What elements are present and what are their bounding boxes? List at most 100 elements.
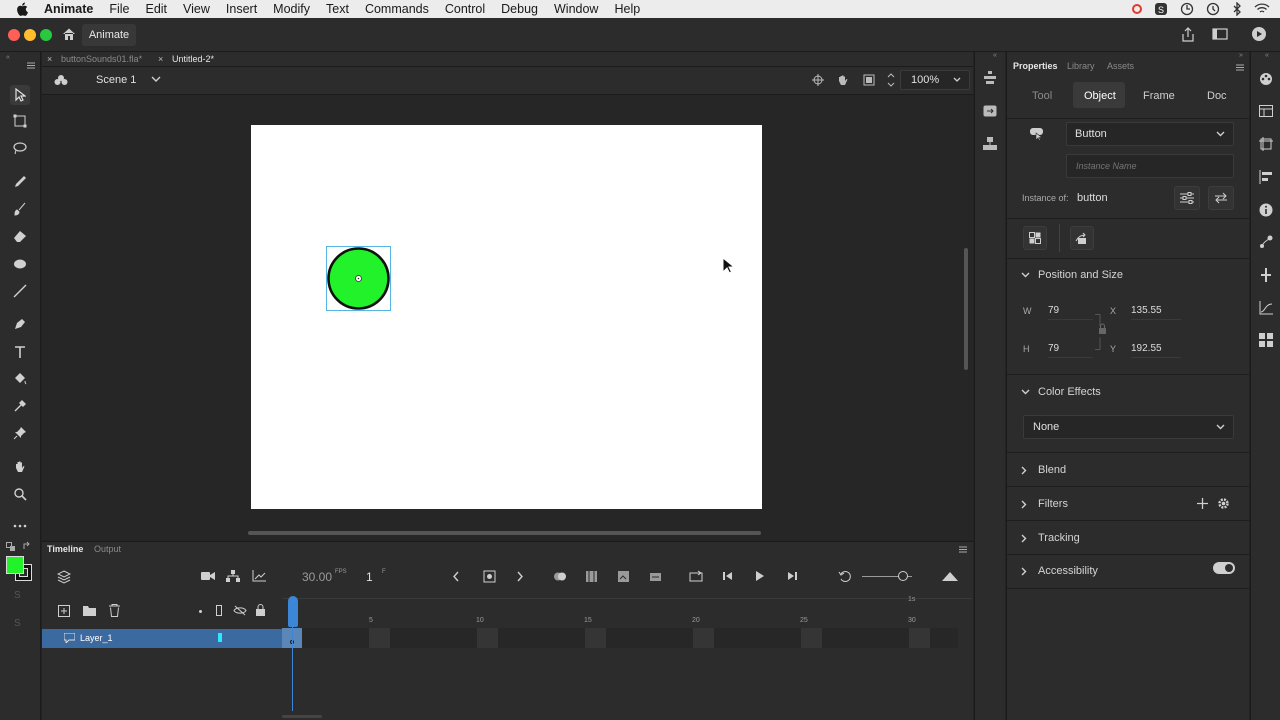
menu-edit[interactable]: Edit — [137, 0, 175, 18]
delete-layer-icon[interactable] — [109, 604, 120, 617]
zoom-window-button[interactable] — [40, 29, 52, 41]
pen-fluid-brush-tool-icon[interactable] — [10, 172, 30, 192]
swap-symbol-button[interactable] — [1208, 186, 1234, 210]
doc-tab-buttonsounds[interactable]: buttonSounds01.fla* — [61, 52, 142, 67]
more-tools-icon[interactable] — [10, 516, 30, 536]
add-filter-icon[interactable] — [1197, 498, 1208, 509]
next-keyframe-icon[interactable] — [516, 571, 524, 582]
section-tracking[interactable]: Tracking — [1021, 532, 1080, 544]
share-icon[interactable] — [1180, 27, 1196, 43]
doc-tab-untitled[interactable]: Untitled-2* — [172, 52, 214, 67]
library-panel-icon[interactable] — [1259, 105, 1273, 117]
default-colors-icon[interactable] — [6, 542, 16, 552]
scene-icon[interactable] — [54, 74, 68, 87]
graph-icon[interactable] — [252, 570, 266, 582]
lasso-tool-icon[interactable] — [10, 138, 30, 158]
hide-layers-icon[interactable] — [233, 605, 247, 616]
fps-value[interactable]: 30.00 — [302, 570, 332, 584]
menu-commands[interactable]: Commands — [357, 0, 437, 18]
subtab-object[interactable]: Object — [1084, 90, 1116, 102]
tween-options-icon[interactable] — [649, 570, 662, 583]
close-window-button[interactable] — [8, 29, 20, 41]
frame-ruler[interactable]: 5 10 15 20 25 30 — [282, 606, 972, 624]
wifi-icon[interactable] — [1254, 2, 1270, 16]
timeline-scrollbar[interactable] — [282, 715, 322, 718]
tab-assets[interactable]: Assets — [1107, 61, 1134, 71]
menu-view[interactable]: View — [175, 0, 218, 18]
record-indicator-icon[interactable] — [1132, 4, 1142, 14]
text-tool-icon[interactable] — [10, 342, 30, 362]
collapse-dock-icon[interactable]: « — [993, 52, 997, 59]
play-icon[interactable] — [755, 571, 765, 581]
scrivener-icon[interactable]: S — [1154, 2, 1168, 16]
scene-name[interactable]: Scene 1 — [96, 74, 136, 86]
selected-button-instance[interactable] — [326, 246, 391, 311]
zoom-fit-icon[interactable] — [942, 571, 958, 581]
motion-editor-icon[interactable] — [1259, 301, 1273, 315]
section-filters[interactable]: Filters — [1021, 498, 1068, 510]
fill-color-swatch[interactable] — [6, 556, 24, 574]
home-icon[interactable] — [62, 27, 76, 41]
create-tween-icon[interactable] — [617, 570, 630, 583]
break-apart-button[interactable] — [1023, 226, 1047, 250]
time-machine-icon[interactable] — [1206, 2, 1220, 16]
zoom-stepper-icon[interactable] — [887, 71, 895, 89]
collapse-props-icon[interactable]: » — [1239, 52, 1243, 59]
symbol-type-select[interactable]: Button — [1066, 122, 1234, 146]
info-icon[interactable] — [1259, 203, 1273, 217]
zoom-tool-icon[interactable] — [10, 484, 30, 504]
section-accessibility[interactable]: Accessibility — [1021, 565, 1098, 577]
y-value[interactable]: 192.55 — [1131, 343, 1162, 354]
edit-symbol-button[interactable] — [1174, 186, 1200, 210]
align-icon[interactable] — [1259, 170, 1273, 184]
playhead[interactable] — [288, 596, 298, 627]
prev-keyframe-icon[interactable] — [452, 571, 460, 582]
lock-proportions-icon[interactable] — [1095, 314, 1107, 350]
camera-icon[interactable] — [201, 571, 215, 581]
zoom-slider-thumb[interactable] — [898, 571, 908, 581]
menu-file[interactable]: File — [101, 0, 137, 18]
loop-icon[interactable] — [689, 570, 703, 582]
pin-tool-icon[interactable] — [10, 423, 30, 443]
layer-name[interactable]: Layer_1 — [80, 633, 113, 643]
frame-cells[interactable] — [282, 628, 958, 648]
close-tab-icon[interactable]: × — [158, 52, 163, 67]
tab-timeline[interactable]: Timeline — [47, 544, 83, 554]
subtab-doc[interactable]: Doc — [1207, 90, 1227, 102]
properties-panel-icon[interactable] — [1259, 72, 1273, 86]
selection-tool-icon[interactable] — [10, 85, 30, 105]
workspace-icon[interactable] — [1212, 27, 1228, 41]
filter-settings-gear-icon[interactable] — [1217, 497, 1230, 510]
tab-library[interactable]: Library — [1067, 61, 1095, 71]
align-panel-icon[interactable] — [983, 71, 997, 85]
layer-color-marker[interactable] — [218, 633, 222, 642]
menu-control[interactable]: Control — [437, 0, 493, 18]
assets-icon[interactable] — [1259, 268, 1273, 282]
close-tab-icon[interactable]: × — [47, 52, 52, 67]
chevron-down-icon[interactable] — [953, 77, 961, 83]
menu-app-name[interactable]: Animate — [36, 0, 101, 18]
edit-multiple-frames-icon[interactable] — [585, 570, 598, 583]
instance-name-input[interactable] — [1066, 154, 1234, 178]
tab-output[interactable]: Output — [94, 544, 121, 554]
collapse-panels-icon[interactable]: « — [1265, 52, 1269, 59]
apple-icon[interactable] — [0, 2, 36, 16]
sync-icon[interactable] — [1180, 2, 1194, 16]
bluetooth-icon[interactable] — [1232, 2, 1242, 16]
center-stage-icon[interactable] — [811, 73, 825, 87]
oval-tool-icon[interactable] — [10, 254, 30, 274]
line-tool-icon[interactable] — [10, 281, 30, 301]
tools-menu-icon[interactable] — [27, 62, 35, 69]
transform-icon[interactable] — [1259, 137, 1273, 151]
minimize-window-button[interactable] — [24, 29, 36, 41]
paint-bucket-tool-icon[interactable] — [10, 369, 30, 389]
onion-skin-icon[interactable] — [553, 571, 567, 582]
transform-panel-icon[interactable] — [983, 105, 997, 117]
color-effect-select[interactable]: None — [1023, 415, 1234, 439]
collapse-tools-icon[interactable]: « — [6, 54, 10, 61]
brush-tool-icon[interactable] — [10, 199, 30, 219]
motion-presets-icon[interactable] — [1259, 235, 1273, 249]
pen-tool-icon[interactable] — [10, 314, 30, 334]
subtab-frame[interactable]: Frame — [1143, 90, 1175, 102]
swap-symbol-library-button[interactable] — [1070, 226, 1094, 250]
